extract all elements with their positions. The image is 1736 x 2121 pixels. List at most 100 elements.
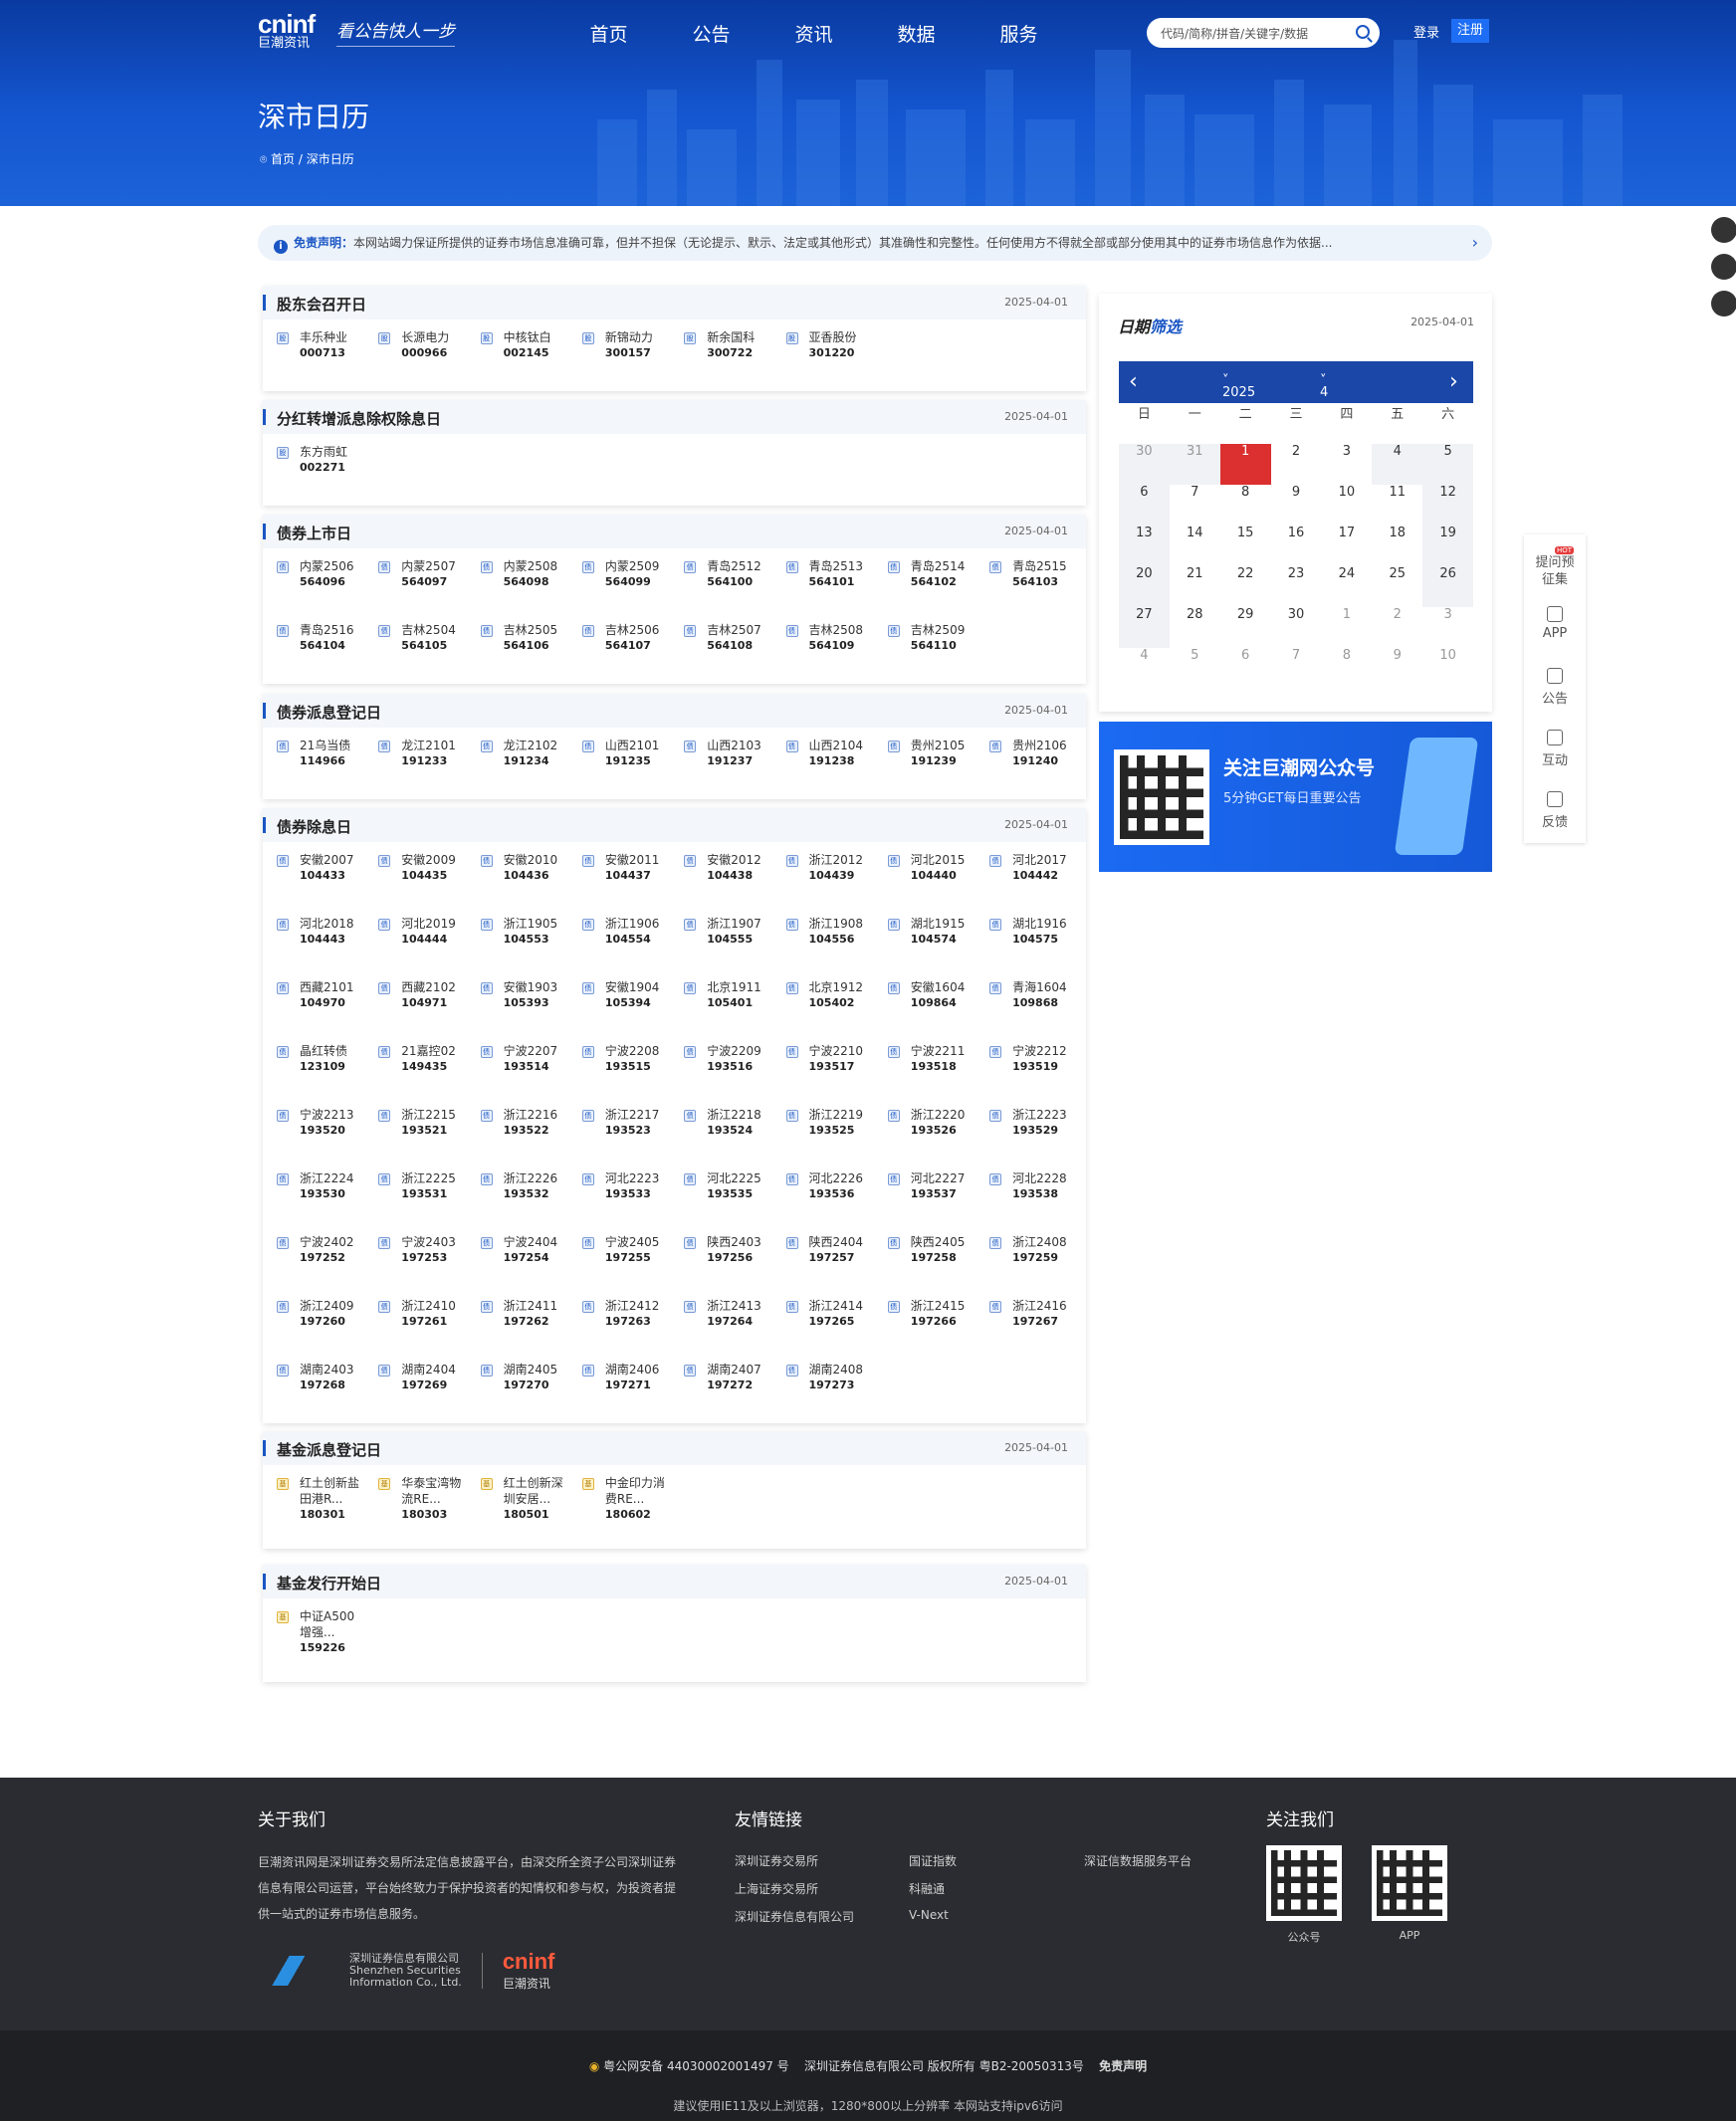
security-item[interactable]: 股丰乐种业 000713 bbox=[263, 329, 360, 360]
security-item[interactable]: 债吉林2506 564107 bbox=[568, 622, 666, 653]
login-link[interactable]: 登录 bbox=[1413, 22, 1439, 41]
security-item[interactable]: 债青岛2514 564102 bbox=[874, 558, 972, 589]
security-item[interactable]: 债安徽1903 105393 bbox=[467, 979, 564, 1010]
security-item[interactable]: 债浙江2226 193532 bbox=[467, 1170, 564, 1201]
calendar-day[interactable]: 15 bbox=[1220, 526, 1271, 566]
security-item[interactable]: 债河北2228 193538 bbox=[976, 1170, 1073, 1201]
security-item[interactable]: 债浙江2412 197263 bbox=[568, 1298, 666, 1329]
calendar-day[interactable]: 23 bbox=[1271, 566, 1322, 607]
security-item[interactable]: 债山西2101 191235 bbox=[568, 738, 666, 768]
security-item[interactable]: 债贵州2106 191240 bbox=[976, 738, 1073, 768]
calendar-day[interactable]: 21 bbox=[1170, 566, 1220, 607]
security-item[interactable]: 债浙江2215 193521 bbox=[364, 1107, 462, 1138]
calendar-day[interactable]: 19 bbox=[1422, 526, 1474, 566]
link-ssi[interactable]: 深圳证券信息有限公司 bbox=[735, 1908, 854, 1925]
security-item[interactable]: 债山西2104 191238 bbox=[772, 738, 870, 768]
security-item[interactable]: 债 21乌当债 114966 bbox=[263, 738, 360, 768]
calendar-day[interactable]: 10 bbox=[1321, 485, 1372, 526]
security-item[interactable]: 债浙江2411 197262 bbox=[467, 1298, 564, 1329]
calendar-day[interactable]: 30 bbox=[1119, 444, 1170, 485]
security-item[interactable]: 债青岛2515 564103 bbox=[976, 558, 1073, 589]
security-item[interactable]: 债浙江1907 104555 bbox=[670, 916, 767, 947]
calendar-day[interactable]: 26 bbox=[1422, 566, 1474, 607]
security-item[interactable]: 债安徽2007 104433 bbox=[263, 852, 360, 883]
security-item[interactable]: 债湖南2406 197271 bbox=[568, 1362, 666, 1392]
calendar-day[interactable]: 9 bbox=[1372, 648, 1422, 689]
security-item[interactable]: 债安徽1904 105394 bbox=[568, 979, 666, 1010]
security-item[interactable]: 债安徽2010 104436 bbox=[467, 852, 564, 883]
calendar-day[interactable]: 3 bbox=[1422, 607, 1473, 648]
security-item[interactable]: 债浙江2218 193524 bbox=[670, 1107, 767, 1138]
security-item[interactable]: 债青海1604 109868 bbox=[976, 979, 1073, 1010]
security-item[interactable]: 债安徽2012 104438 bbox=[670, 852, 767, 883]
prev-month-icon[interactable]: ‹ bbox=[1129, 369, 1138, 394]
security-item[interactable]: 债河北2226 193536 bbox=[772, 1170, 870, 1201]
security-item[interactable]: 债浙江1908 104556 bbox=[772, 916, 870, 947]
security-item[interactable]: 债宁波2212 193519 bbox=[976, 1043, 1073, 1074]
security-item[interactable]: 债宁波2405 197255 bbox=[568, 1234, 666, 1265]
calendar-day[interactable]: 4 bbox=[1119, 648, 1170, 689]
month-select[interactable]: 4月 ˅ bbox=[1320, 373, 1333, 419]
calendar-day[interactable]: 12 bbox=[1422, 485, 1474, 526]
nav-home[interactable]: 首页 bbox=[557, 20, 660, 47]
security-item[interactable]: 债湖北1915 104574 bbox=[874, 916, 972, 947]
calendar-day[interactable]: 6 bbox=[1220, 648, 1271, 689]
sidebar-item-questions[interactable]: HOT 提问预征集 bbox=[1524, 534, 1586, 596]
calendar-day[interactable]: 6 bbox=[1119, 485, 1170, 526]
nav-news[interactable]: 资讯 bbox=[762, 20, 865, 47]
breadcrumb-home[interactable]: 首页 bbox=[271, 152, 295, 166]
security-item[interactable]: 债浙江2220 193526 bbox=[874, 1107, 972, 1138]
link-szse[interactable]: 深圳证券交易所 bbox=[735, 1852, 818, 1869]
security-item[interactable]: 债北京1911 105401 bbox=[670, 979, 767, 1010]
security-item[interactable]: 债浙江2216 193522 bbox=[467, 1107, 564, 1138]
calendar-day[interactable]: 8 bbox=[1220, 485, 1271, 526]
calendar-day[interactable]: 7 bbox=[1170, 485, 1220, 526]
calendar-day[interactable]: 8 bbox=[1321, 648, 1372, 689]
calendar-day[interactable]: 25 bbox=[1372, 566, 1422, 607]
security-item[interactable]: 债宁波2208 193515 bbox=[568, 1043, 666, 1074]
security-item[interactable]: 债浙江2414 197265 bbox=[772, 1298, 870, 1329]
calendar-day[interactable]: 1 bbox=[1321, 607, 1372, 648]
chevron-right-icon[interactable]: › bbox=[1472, 225, 1478, 261]
link-vnext[interactable]: V-Next bbox=[909, 1908, 949, 1922]
sidebar-item-interaction[interactable]: 互动 bbox=[1524, 720, 1586, 781]
calendar-day[interactable]: 22 bbox=[1220, 566, 1271, 607]
security-item[interactable]: 基中金印力消费RE... 180602 bbox=[568, 1475, 666, 1522]
security-item[interactable]: 债宁波2211 193518 bbox=[874, 1043, 972, 1074]
security-item[interactable]: 债 21嘉控02 149435 bbox=[364, 1043, 462, 1074]
security-item[interactable]: 股亚香股份 301220 bbox=[772, 329, 870, 360]
security-item[interactable]: 债青岛2512 564100 bbox=[670, 558, 767, 589]
police-record[interactable]: 粤公网安备 44030002001497 号 bbox=[603, 2059, 789, 2073]
site-logo[interactable]: cninf 巨潮资讯 看公告快人一步 bbox=[258, 11, 456, 52]
year-select[interactable]: 2025年 ˅ bbox=[1222, 373, 1255, 419]
security-item[interactable]: 债山西2103 191237 bbox=[670, 738, 767, 768]
register-button[interactable]: 注册 bbox=[1451, 19, 1489, 43]
security-item[interactable]: 债西藏2101 104970 bbox=[263, 979, 360, 1010]
security-item[interactable]: 债陕西2405 197258 bbox=[874, 1234, 972, 1265]
security-item[interactable]: 基中证A500增强... 159226 bbox=[263, 1608, 360, 1655]
security-item[interactable]: 债吉林2507 564108 bbox=[670, 622, 767, 653]
security-item[interactable]: 债宁波2404 197254 bbox=[467, 1234, 564, 1265]
calendar-day[interactable]: 18 bbox=[1372, 526, 1422, 566]
security-item[interactable]: 债宁波2210 193517 bbox=[772, 1043, 870, 1074]
security-item[interactable]: 债安徽1604 109864 bbox=[874, 979, 972, 1010]
calendar-day[interactable]: 5 bbox=[1422, 444, 1474, 485]
calendar-day[interactable]: 7 bbox=[1271, 648, 1322, 689]
security-item[interactable]: 债湖南2403 197268 bbox=[263, 1362, 360, 1392]
security-item[interactable]: 债内蒙2507 564097 bbox=[364, 558, 462, 589]
security-item[interactable]: 债浙江2224 193530 bbox=[263, 1170, 360, 1201]
translate-icon[interactable] bbox=[1711, 291, 1736, 317]
security-item[interactable]: 债河北2017 104442 bbox=[976, 852, 1073, 883]
security-item[interactable]: 债北京1912 105402 bbox=[772, 979, 870, 1010]
security-item[interactable]: 债宁波2403 197253 bbox=[364, 1234, 462, 1265]
security-item[interactable]: 债河北2015 104440 bbox=[874, 852, 972, 883]
calendar-day[interactable]: 28 bbox=[1170, 607, 1220, 648]
security-item[interactable]: 债宁波2207 193514 bbox=[467, 1043, 564, 1074]
security-item[interactable]: 债河北2227 193537 bbox=[874, 1170, 972, 1201]
security-item[interactable]: 债陕西2404 197257 bbox=[772, 1234, 870, 1265]
calendar-day[interactable]: 20 bbox=[1119, 566, 1170, 607]
security-item[interactable]: 债浙江2415 197266 bbox=[874, 1298, 972, 1329]
calendar-day[interactable]: 2 bbox=[1271, 444, 1322, 485]
security-item[interactable]: 股长源电力 000966 bbox=[364, 329, 462, 360]
calendar-day[interactable]: 30 bbox=[1271, 607, 1322, 648]
